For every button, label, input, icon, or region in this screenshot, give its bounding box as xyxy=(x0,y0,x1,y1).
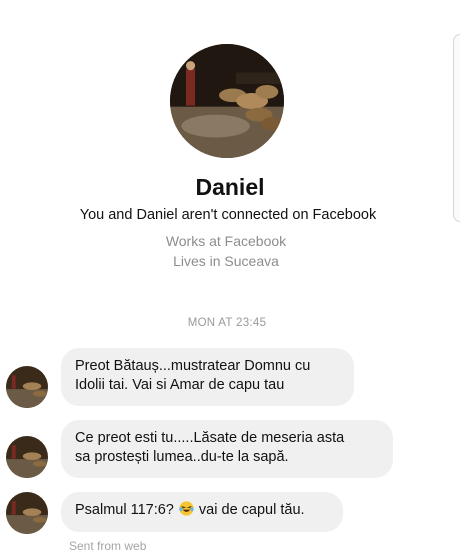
laughing-crying-emoji-icon xyxy=(179,501,194,516)
message-text-line: Preot Bătauș...mustratear Domnu cu xyxy=(75,358,311,374)
sender-avatar[interactable] xyxy=(6,436,48,478)
profile-name[interactable]: Daniel xyxy=(0,174,460,201)
message-text-line: Ce preot esti tu.....Lăsate de meseria a… xyxy=(75,430,345,446)
message-timestamp: MON AT 23:45 xyxy=(187,317,267,329)
message-text: Psalmul 117:6? xyxy=(75,502,178,518)
messenger-conversation: Daniel You and Daniel aren't connected o… xyxy=(0,0,460,559)
message-bubble[interactable]: Ce preot esti tu.....Lăsate de meseria a… xyxy=(61,420,393,478)
connection-status: You and Daniel aren't connected on Faceb… xyxy=(79,207,377,223)
message-bubble[interactable]: Preot Bătauș...mustratear Domnu cu Idoli… xyxy=(61,348,354,406)
profile-work: Works at Facebook xyxy=(165,233,287,249)
sent-from-label: Sent from web xyxy=(69,539,147,553)
sender-avatar[interactable] xyxy=(6,492,48,534)
message-text: vai de capul tău. xyxy=(194,502,305,518)
message-text-line: Idolii tai. Vai si Amar de capu tau xyxy=(75,377,285,393)
profile-location: Lives in Suceava xyxy=(173,253,279,269)
message-bubble[interactable]: Psalmul 117:6? vai de capul tău. xyxy=(61,492,343,532)
sender-avatar[interactable] xyxy=(6,366,48,408)
profile-photo[interactable] xyxy=(170,44,284,158)
message-text-line: sa prostești lumea..du-te la sapă. xyxy=(75,449,289,465)
